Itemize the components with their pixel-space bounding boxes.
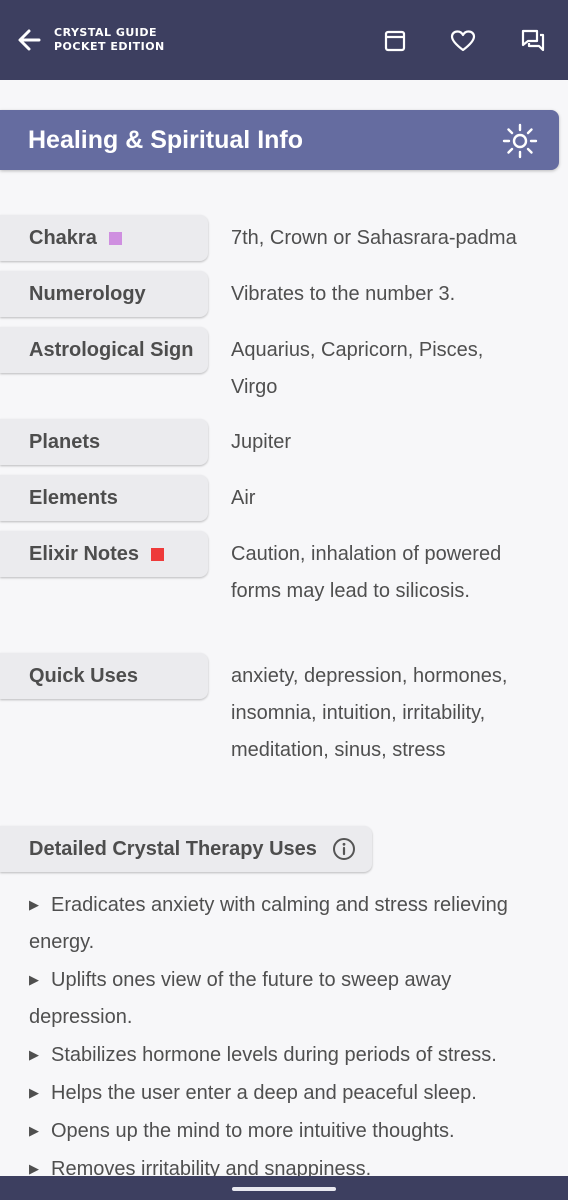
list-item: ▶ Opens up the mind to more intuitive tho… — [29, 1112, 549, 1150]
numerology-value: Vibrates to the number 3. — [231, 283, 456, 305]
planets-label: Planets — [29, 430, 101, 453]
row-label-numerology[interactable]: Numerology — [0, 271, 208, 317]
row-label-elements[interactable]: Elements — [0, 475, 208, 521]
discussion-button[interactable] — [516, 24, 550, 58]
system-nav-bar — [0, 1176, 568, 1200]
elixir-notes-value: Caution, inhalation of powered forms may… — [231, 543, 502, 602]
elements-value: Air — [231, 487, 256, 509]
quick-uses-value: anxiety, depression, hormones, insomnia,… — [231, 665, 508, 761]
back-arrow-icon — [18, 29, 41, 51]
row-label-elixir-notes[interactable]: Elixir Notes — [0, 531, 208, 577]
heart-icon — [450, 30, 476, 52]
section-title: Healing & Spiritual Info — [28, 126, 304, 154]
elixir-warning-swatch — [151, 547, 165, 561]
chakra-label: Chakra — [29, 226, 97, 249]
detailed-uses-title: Detailed Crystal Therapy Uses — [29, 837, 317, 860]
bullet-triangle-icon: ▶ — [29, 1123, 39, 1138]
chat-icon — [521, 29, 545, 52]
info-icon[interactable] — [332, 837, 356, 861]
numerology-label: Numerology — [29, 282, 146, 305]
calendar-button[interactable] — [378, 24, 412, 58]
elixir-notes-label: Elixir Notes — [29, 542, 140, 565]
section-header: Healing & Spiritual Info — [0, 110, 559, 170]
chakra-color-swatch — [108, 231, 122, 245]
app-title-line2: POCKET EDITION — [54, 40, 165, 53]
bullet-triangle-icon: ▶ — [29, 972, 39, 987]
bullet-triangle-icon: ▶ — [29, 897, 39, 912]
app-title-line1: CRYSTAL GUIDE — [54, 26, 158, 39]
detailed-uses-list: ▶ Eradicates anxiety with calming and str… — [29, 886, 549, 1188]
astrological-sign-label: Astrological Sign — [29, 338, 194, 361]
sun-icon[interactable] — [502, 123, 538, 159]
row-label-quick-uses[interactable]: Quick Uses — [0, 653, 208, 699]
detailed-uses-header[interactable]: Detailed Crystal Therapy Uses — [0, 826, 372, 872]
row-label-astrological-sign[interactable]: Astrological Sign — [0, 327, 208, 373]
bullet-triangle-icon: ▶ — [29, 1085, 39, 1100]
home-gesture-handle[interactable] — [232, 1187, 336, 1191]
list-item: ▶ Stabilizes hormone levels during period… — [29, 1036, 549, 1074]
chakra-value: 7th, Crown or Sahasrara-padma — [231, 227, 517, 249]
list-item: ▶ Helps the user enter a deep and peacefu… — [29, 1074, 549, 1112]
quick-uses-label: Quick Uses — [29, 664, 138, 687]
elements-label: Elements — [29, 486, 118, 509]
row-label-planets[interactable]: Planets — [0, 419, 208, 465]
favorite-button[interactable] — [446, 24, 480, 58]
back-button[interactable] — [12, 22, 46, 58]
row-label-chakra[interactable]: Chakra — [0, 215, 208, 261]
list-item: ▶ Eradicates anxiety with calming and str… — [29, 886, 549, 961]
app-title: CRYSTAL GUIDE POCKET EDITION — [54, 26, 165, 54]
app-bar: CRYSTAL GUIDE POCKET EDITION — [0, 0, 568, 80]
list-item: ▶ Uplifts ones view of the future to swee… — [29, 961, 549, 1036]
calendar-icon — [384, 30, 406, 52]
bullet-triangle-icon: ▶ — [29, 1047, 39, 1062]
planets-value: Jupiter — [231, 431, 292, 453]
astrological-sign-value: Aquarius, Capricorn, Pisces, Virgo — [231, 339, 484, 398]
